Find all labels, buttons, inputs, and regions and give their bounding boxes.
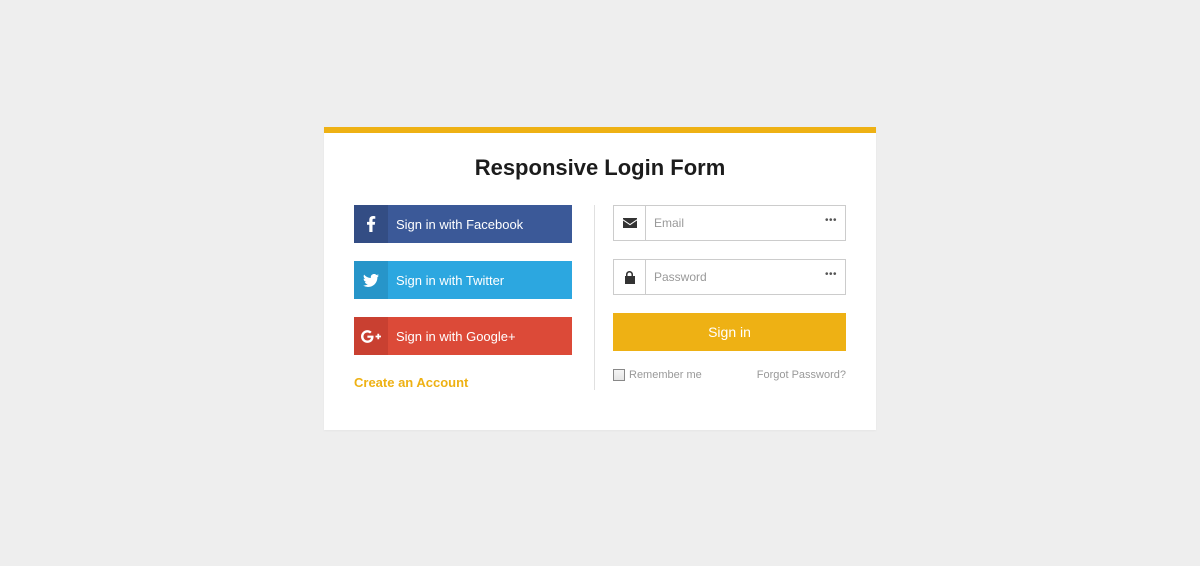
password-input-group: ••• — [613, 259, 846, 295]
page-title: Responsive Login Form — [354, 155, 846, 181]
facebook-signin-button[interactable]: Sign in with Facebook — [354, 205, 572, 243]
lock-icon — [614, 260, 646, 294]
columns: Sign in with Facebook Sign in with Twitt… — [354, 205, 846, 390]
more-icon: ••• — [817, 206, 845, 240]
checkbox-icon — [613, 369, 625, 381]
facebook-icon — [354, 205, 388, 243]
remember-label: Remember me — [629, 369, 702, 381]
google-signin-button[interactable]: Sign in with Google+ — [354, 317, 572, 355]
facebook-label: Sign in with Facebook — [388, 217, 523, 232]
twitter-signin-button[interactable]: Sign in with Twitter — [354, 261, 572, 299]
login-card: Responsive Login Form Sign in with Faceb… — [324, 127, 876, 430]
remember-me-checkbox[interactable]: Remember me — [613, 369, 702, 381]
form-footer: Remember me Forgot Password? — [613, 369, 846, 381]
password-input[interactable] — [646, 260, 817, 294]
forgot-password-link[interactable]: Forgot Password? — [757, 369, 846, 381]
more-icon: ••• — [817, 260, 845, 294]
google-label: Sign in with Google+ — [388, 329, 516, 344]
social-column: Sign in with Facebook Sign in with Twitt… — [354, 205, 572, 390]
google-plus-icon — [354, 317, 388, 355]
signin-button[interactable]: Sign in — [613, 313, 846, 351]
email-input[interactable] — [646, 206, 817, 240]
twitter-label: Sign in with Twitter — [388, 273, 504, 288]
twitter-icon — [354, 261, 388, 299]
email-input-group: ••• — [613, 205, 846, 241]
email-icon — [614, 206, 646, 240]
form-column: ••• ••• Sign in Remember me Forgot Passw… — [594, 205, 846, 390]
create-account-link[interactable]: Create an Account — [354, 375, 572, 390]
